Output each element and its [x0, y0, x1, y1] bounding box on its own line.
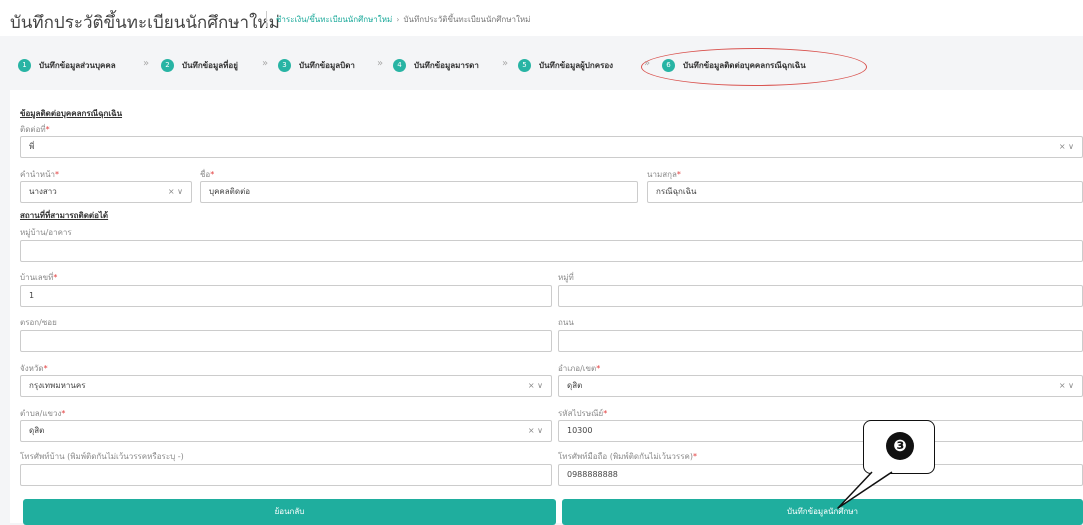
chevron-right-icon: »: [262, 58, 269, 69]
step-number: 5: [518, 58, 531, 72]
step-number: 2: [161, 58, 174, 72]
back-button[interactable]: ย้อนกลับ: [23, 499, 556, 525]
house-no-input[interactable]: 1: [20, 285, 552, 307]
section-title: ข้อมูลติดต่อบุคคลกรณีฉุกเฉิน: [20, 109, 123, 118]
step-navigation: 1 บันทึกข้อมูลส่วนบุคคล » 2 บันทึกข้อมูล…: [0, 50, 1083, 80]
select-clear-chevron-icon: × ∨: [1058, 142, 1074, 151]
page-title: บันทึกประวัติขึ้นทะเบียนนักศึกษาใหม่: [10, 13, 280, 33]
home-phone-input[interactable]: [20, 464, 552, 486]
home-phone-label: โทรศัพท์บ้าน (พิมพ์ติดกันไม่เว้นวรรคหรือ…: [20, 452, 184, 461]
header-divider: [266, 11, 267, 27]
step-mother[interactable]: 4 บันทึกข้อมูลมารดา: [393, 57, 479, 73]
soi-input[interactable]: [20, 330, 552, 352]
callout-number: ❸: [886, 432, 914, 460]
prefix-label: คำนำหน้า*: [20, 170, 60, 179]
first-name-input[interactable]: บุคคลติดต่อ: [200, 181, 638, 203]
relationship-select[interactable]: พี่ × ∨: [20, 136, 1083, 158]
postcode-input[interactable]: 10300: [558, 420, 1083, 442]
step-number: 4: [393, 58, 406, 72]
relationship-label: ติดต่อที่*: [20, 125, 50, 134]
moo-input[interactable]: [558, 285, 1083, 307]
active-step-highlight: [641, 48, 867, 86]
postcode-label: รหัสไปรษณีย์*: [558, 409, 608, 418]
prefix-select[interactable]: นางสาว × ∨: [20, 181, 192, 203]
last-name-input[interactable]: กรณีฉุกเฉิน: [647, 181, 1083, 203]
province-label: จังหวัด*: [20, 364, 48, 373]
village-input[interactable]: [20, 240, 1083, 262]
page-header: บันทึกประวัติขึ้นทะเบียนนักศึกษาใหม่ ชำร…: [0, 0, 1083, 36]
save-student-button[interactable]: บันทึกข้อมูลนักศึกษา: [562, 499, 1083, 525]
house-no-label: บ้านเลขที่*: [20, 273, 58, 282]
breadcrumb: ชำระเงิน/ขึ้นทะเบียนนักศึกษาใหม่ › บันทึกป…: [276, 13, 530, 26]
province-select[interactable]: กรุงเทพมหานคร × ∨: [20, 375, 552, 397]
step-number: 1: [18, 58, 31, 72]
last-name-label: นามสกุล*: [647, 170, 681, 179]
road-input[interactable]: [558, 330, 1083, 352]
step-number: 3: [278, 58, 291, 72]
first-name-label: ชื่อ*: [200, 170, 215, 179]
mobile-phone-input[interactable]: 0988888888: [558, 464, 1083, 486]
select-clear-chevron-icon: × ∨: [1058, 381, 1074, 390]
subdistrict-select[interactable]: ดุสิต × ∨: [20, 420, 552, 442]
step-label: บันทึกข้อมูลส่วนบุคคล: [39, 60, 116, 70]
step-label: บันทึกข้อมูลที่อยู่: [182, 60, 238, 70]
step-label: บันทึกข้อมูลบิดา: [299, 60, 355, 70]
breadcrumb-link-payment[interactable]: ชำระเงิน/ขึ้นทะเบียนนักศึกษาใหม่: [276, 15, 392, 24]
step-label: บันทึกข้อมูลผู้ปกครอง: [539, 60, 614, 70]
district-select[interactable]: ดุสิต × ∨: [558, 375, 1083, 397]
subdistrict-label: ตำบล/แขวง*: [20, 409, 66, 418]
breadcrumb-current: บันทึกประวัติขึ้นทะเบียนนักศึกษาใหม่: [403, 15, 531, 24]
chevron-right-icon: »: [377, 58, 384, 69]
select-clear-chevron-icon: × ∨: [527, 426, 543, 435]
moo-label: หมู่ที่: [558, 273, 574, 282]
step-address[interactable]: 2 บันทึกข้อมูลที่อยู่: [161, 57, 238, 73]
step-father[interactable]: 3 บันทึกข้อมูลบิดา: [278, 57, 355, 73]
district-label: อำเภอ/เขต*: [558, 364, 601, 373]
step-personal[interactable]: 1 บันทึกข้อมูลส่วนบุคคล: [18, 57, 116, 73]
step-label: บันทึกข้อมูลมารดา: [414, 60, 479, 70]
soi-label: ตรอก/ซอย: [20, 318, 57, 327]
select-clear-chevron-icon: × ∨: [527, 381, 543, 390]
village-label: หมู่บ้าน/อาคาร: [20, 228, 72, 237]
chevron-right-icon: »: [502, 58, 509, 69]
select-clear-chevron-icon: × ∨: [167, 187, 183, 196]
road-label: ถนน: [558, 318, 574, 327]
step-guardian[interactable]: 5 บันทึกข้อมูลผู้ปกครอง: [518, 57, 613, 73]
address-section-title: สถานที่ที่สามารถติดต่อได้: [20, 211, 109, 220]
chevron-right-icon: »: [143, 58, 150, 69]
mobile-phone-label: โทรศัพท์มือถือ (พิมพ์ติดกันไม่เว้นวรรค)*: [558, 452, 697, 461]
breadcrumb-chevron-icon: ›: [396, 15, 400, 24]
